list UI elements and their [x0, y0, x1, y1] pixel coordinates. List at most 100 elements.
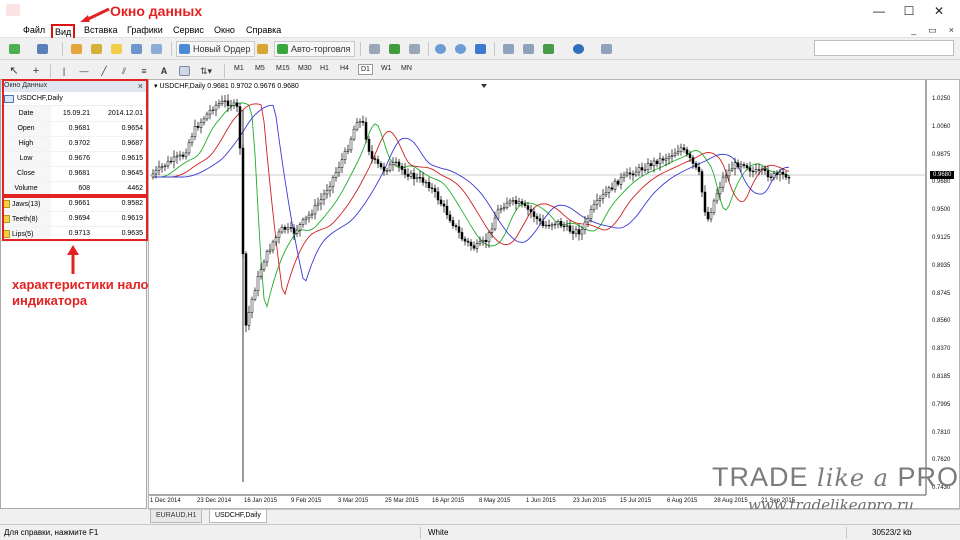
tile-windows-button[interactable] [472, 41, 488, 57]
date-tick: 23 Dec 2014 [197, 498, 232, 504]
status-bar: Для справки, нажмите F1 White 30523/2 kb [0, 524, 960, 540]
new-order-icon [179, 44, 190, 54]
vertical-line-button[interactable]: | [56, 63, 72, 79]
cursor-icon: ↖ [9, 65, 19, 77]
tf-m15[interactable]: M15 [274, 64, 292, 73]
auto-scroll-button[interactable] [520, 41, 536, 57]
price-tick: 0.8935 [932, 262, 951, 269]
arrows-button[interactable]: ⇅▾ [198, 63, 214, 79]
terminal-icon [131, 44, 142, 54]
autotrading-label: Авто-торговля [291, 44, 351, 54]
tab-usdchf-daily[interactable]: USDCHF,Daily [209, 510, 267, 523]
terminal-button[interactable] [128, 41, 144, 57]
text-label-button[interactable] [176, 63, 192, 79]
zoom-in-icon [435, 44, 446, 54]
tf-h4[interactable]: H4 [338, 64, 351, 73]
menu-tools[interactable]: Сервис [170, 24, 207, 36]
mdi-minimize-icon[interactable]: _ [911, 25, 916, 35]
crosshair-tool-button[interactable]: + [28, 63, 44, 79]
tf-h1[interactable]: H1 [318, 64, 331, 73]
mdi-close-icon[interactable]: × [949, 25, 954, 35]
tf-d1[interactable]: D1 [358, 64, 373, 75]
line-chart-icon [409, 44, 420, 54]
tf-m30[interactable]: M30 [296, 64, 314, 73]
chart-shift-icon [503, 44, 514, 54]
minimize-button[interactable]: — [864, 2, 894, 20]
menu-file[interactable]: Файл [20, 24, 48, 36]
tester-button[interactable] [148, 41, 164, 57]
mdi-restore-icon[interactable]: ▭ [928, 25, 937, 35]
menu-charts[interactable]: Графики [124, 24, 166, 36]
metaeditor-button[interactable] [254, 41, 270, 57]
watermark-pro: PRO [897, 462, 959, 492]
bar-chart-button[interactable] [366, 41, 382, 57]
date-tick: 23 Jun 2015 [573, 498, 607, 504]
menu-help[interactable]: Справка [243, 24, 284, 36]
text-tool-button[interactable]: A [156, 63, 172, 79]
new-chart-button[interactable] [6, 41, 22, 57]
text-tool-icon: A [160, 66, 168, 76]
price-tick: 0.7810 [932, 429, 951, 436]
profiles-button[interactable] [34, 41, 50, 57]
candlestick-button[interactable] [386, 41, 402, 57]
close-button[interactable]: ✕ [924, 2, 954, 20]
market-watch-button[interactable] [68, 41, 84, 57]
date-tick: 6 Aug 2015 [667, 498, 698, 504]
data-window-icon [91, 44, 102, 54]
new-order-button[interactable]: Новый Ордер [176, 41, 256, 57]
price-tick: 0.9680 [932, 179, 951, 186]
tester-icon [151, 44, 162, 54]
data-window-button[interactable] [88, 41, 104, 57]
chart-shift-button[interactable] [500, 41, 516, 57]
annotation-arrow-up [67, 245, 79, 274]
tf-mn[interactable]: MN [399, 64, 414, 73]
watermark-a: a [873, 464, 889, 492]
cursor-tool-button[interactable]: ↖ [6, 63, 22, 79]
menu-insert[interactable]: Вставка [81, 24, 120, 36]
date-tick: 25 Mar 2015 [385, 498, 419, 504]
watermark-brand: TRADE like a PRO [712, 462, 959, 493]
tf-w1[interactable]: W1 [379, 64, 394, 73]
price-tick: 1.0250 [932, 96, 951, 102]
annotation-box-data-window [2, 79, 148, 196]
maximize-button[interactable]: ☐ [894, 2, 924, 20]
zoom-out-button[interactable] [452, 41, 468, 57]
trendline-icon: ╱ [101, 66, 107, 76]
channel-button[interactable]: ⫽ [116, 63, 132, 79]
channel-icon: ⫽ [121, 66, 126, 76]
fibo-button[interactable]: ≡ [136, 63, 152, 79]
date-tick: 9 Feb 2015 [291, 498, 322, 504]
status-traffic: 30523/2 kb [872, 528, 912, 537]
trendline-button[interactable]: ╱ [96, 63, 112, 79]
price-tick: 0.8185 [932, 374, 951, 380]
indicators-button[interactable] [540, 41, 556, 57]
templates-button[interactable] [598, 41, 614, 57]
autotrading-button[interactable]: Авто-торговля [274, 41, 356, 57]
annotation-data-window-label: Окно данных [110, 3, 203, 19]
date-tick: 16 Apr 2015 [432, 498, 465, 504]
fibo-icon: ≡ [141, 66, 147, 76]
autotrading-icon [277, 44, 288, 54]
search-input[interactable] [814, 40, 954, 56]
navigator-button[interactable] [108, 41, 124, 57]
tf-m5[interactable]: M5 [253, 64, 267, 73]
app-icon [6, 4, 20, 16]
chart-canvas [149, 80, 927, 496]
horizontal-line-button[interactable]: — [76, 63, 92, 79]
market-watch-icon [71, 44, 82, 54]
line-chart-button[interactable] [406, 41, 422, 57]
price-chart[interactable]: ▾ USDCHF,Daily 0.9681 0.9702 0.9676 0.96… [148, 79, 960, 509]
tf-m1[interactable]: M1 [232, 64, 246, 73]
periods-button[interactable] [570, 41, 586, 57]
metaeditor-icon [257, 44, 268, 54]
status-help: Для справки, нажмите F1 [4, 528, 99, 537]
zoom-in-button[interactable] [432, 41, 448, 57]
date-tick: 1 Jun 2015 [526, 498, 556, 504]
current-price-label: 0.9680 [930, 171, 955, 179]
menu-window[interactable]: Окно [211, 24, 238, 36]
tab-euraud-h1[interactable]: EURAUD,H1 [150, 510, 203, 523]
indicators-icon [543, 44, 554, 54]
new-order-label: Новый Ордер [193, 44, 251, 54]
status-profile: White [428, 528, 449, 537]
crosshair-icon: + [32, 65, 40, 77]
